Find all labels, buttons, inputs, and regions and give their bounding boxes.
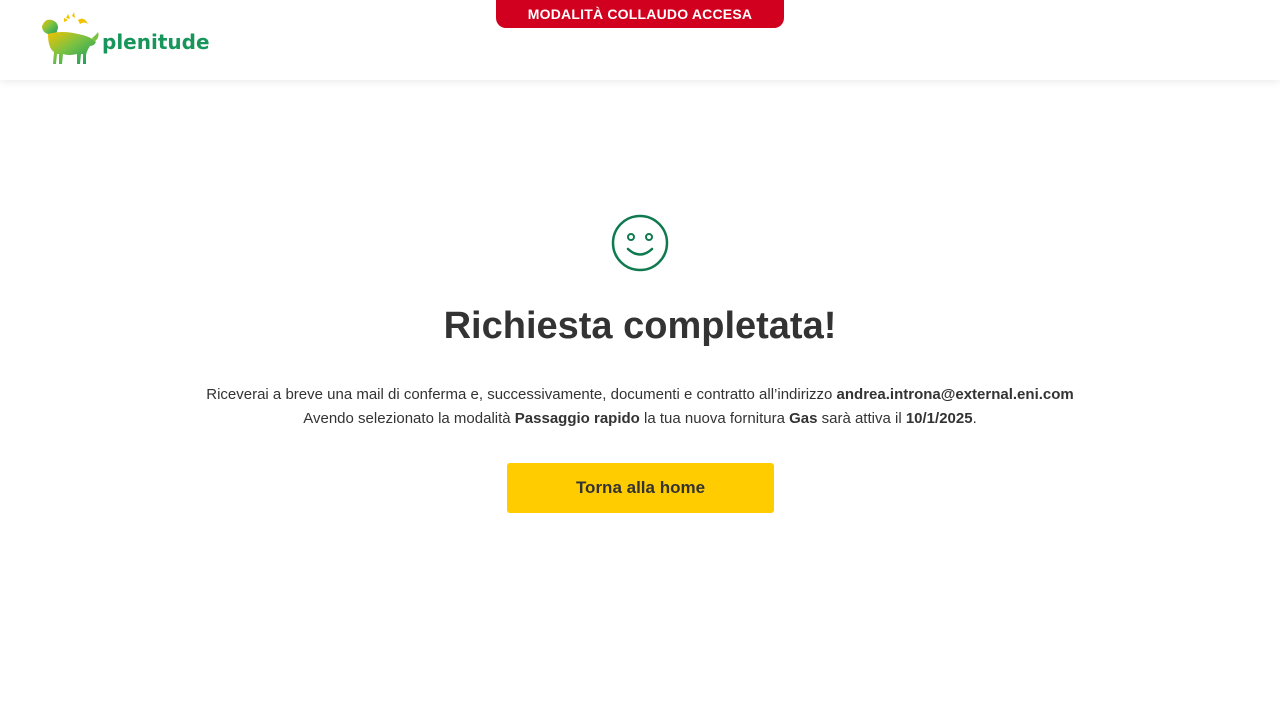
confirmation-panel: Richiesta completata! Riceverai a breve … [0,80,1280,720]
activation-text-1: Avendo selezionato la modalità [303,410,515,427]
activation-text-2: la tua nuova fornitura [639,410,790,427]
email-line-text: Riceverai a breve una mail di conferma e… [206,386,837,403]
smiley-icon [611,214,669,272]
page-title: Richiesta completata! [443,305,837,347]
supply-type: Gas [789,410,818,427]
test-mode-banner: MODALITÀ COLLAUDO ACCESA [496,0,784,28]
activation-date: 10/1/2025 [905,410,973,427]
back-to-home-button[interactable]: Torna alla home [507,463,774,513]
activation-text-4: . [972,410,977,427]
plenitude-logo[interactable]: plenitude [40,12,210,68]
switch-mode: Passaggio rapido [514,410,640,427]
six-legged-dog-logo-icon [42,12,99,64]
confirmation-message: Riceverai a breve una mail di conferma e… [0,383,1280,431]
activation-text-3: sarà attiva il [817,410,906,427]
logo-wordmark: plenitude [102,30,210,54]
email-confirmation-line: Riceverai a breve una mail di conferma e… [0,383,1280,407]
activation-line: Avendo selezionato la modalità Passaggio… [0,407,1280,431]
email-address: andrea.introna@external.eni.com [836,386,1074,403]
